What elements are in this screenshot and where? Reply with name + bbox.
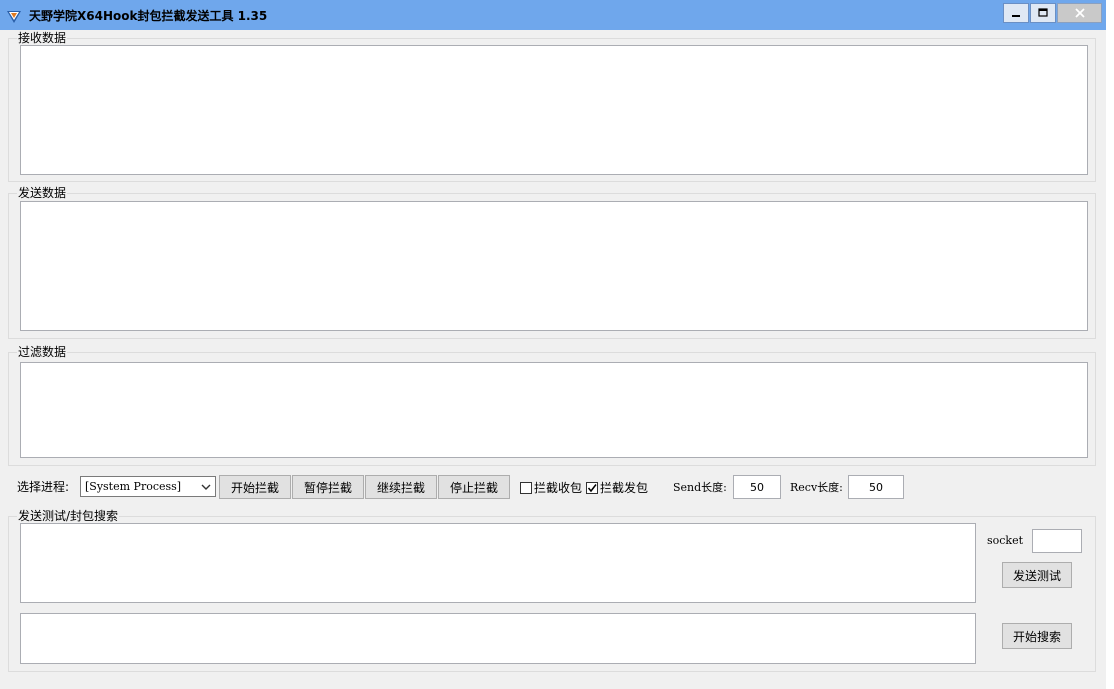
intercept-send-label[interactable]: 拦截发包 [600,481,648,495]
socket-label: socket [987,534,1024,547]
recv-length-label: Recv长度: [790,481,843,494]
close-button[interactable] [1057,3,1102,23]
process-select[interactable]: [System Process] [80,476,216,497]
process-label: 选择进程: [17,480,70,494]
send-group-label: 发送数据 [17,186,68,200]
recv-length-input[interactable]: 50 [848,475,904,499]
window-title: 天野学院X64Hook封包拦截发送工具 1.35 [29,9,268,23]
start-search-button[interactable]: 开始搜索 [1002,623,1072,649]
minimize-icon [1012,15,1020,17]
title-bar[interactable]: 天野学院X64Hook封包拦截发送工具 1.35 [0,0,1106,30]
intercept-recv-label[interactable]: 拦截收包 [534,481,582,495]
start-intercept-button[interactable]: 开始拦截 [219,475,291,499]
socket-input[interactable] [1032,529,1082,553]
chevron-down-icon [201,484,211,490]
resume-intercept-button[interactable]: 继续拦截 [365,475,437,499]
intercept-recv-checkbox[interactable] [520,482,532,494]
maximize-button[interactable] [1030,3,1056,23]
send-length-input[interactable]: 50 [733,475,781,499]
minimize-button[interactable] [1003,3,1029,23]
background-window-edge [1106,0,1114,689]
pause-intercept-button[interactable]: 暂停拦截 [292,475,364,499]
close-icon [1074,8,1085,18]
main-window: 天野学院X64Hook封包拦截发送工具 1.35 接收数据 发送数据 过滤数据 … [0,0,1113,689]
recv-group-label: 接收数据 [17,31,68,45]
process-select-value: [System Process] [85,480,182,493]
filter-textarea[interactable] [20,362,1088,458]
intercept-send-checkbox[interactable] [586,482,598,494]
checkmark-icon [587,484,597,493]
send-length-label: Send长度: [673,481,727,494]
send-test-button[interactable]: 发送测试 [1002,562,1072,588]
filter-group-label: 过滤数据 [17,345,68,359]
test-group-label: 发送测试/封包搜索 [17,509,120,523]
recv-textarea[interactable] [20,45,1088,175]
send-textarea[interactable] [20,201,1088,331]
search-textarea[interactable] [20,613,976,664]
app-icon [7,11,21,23]
send-test-textarea[interactable] [20,523,976,603]
maximize-icon [1038,8,1048,17]
stop-intercept-button[interactable]: 停止拦截 [438,475,510,499]
